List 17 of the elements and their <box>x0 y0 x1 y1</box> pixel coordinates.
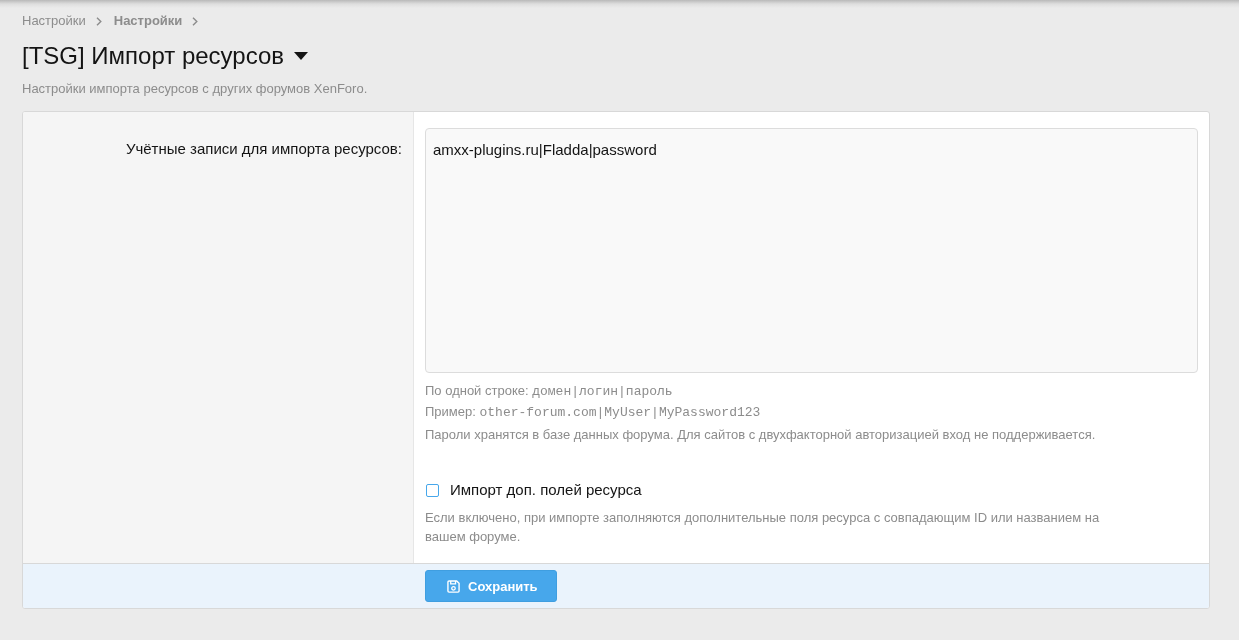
checkbox[interactable] <box>426 483 439 497</box>
chevron-right-icon <box>95 16 102 26</box>
save-icon <box>447 579 460 593</box>
page-description: Настройки импорта ресурсов с других форумов XenForo. <box>22 80 369 98</box>
breadcrumb-link[interactable]: Настройки <box>22 12 86 30</box>
accounts-textarea[interactable]: amxx-plugins.ru|Fladda|password <box>425 128 1198 373</box>
hint-text: Если включено, при импорте заполняются дополнительные поля ресурса с совпадающим ID или названием на вашем форуме. <box>425 509 1101 546</box>
hint-text: По одной строке: домен|логин|пароль <box>425 382 674 401</box>
hint-text: Пароли хранятся в базе данных форума. Для сайтов с двухфакторной авторизацией вход не поддерживается. <box>425 426 1097 444</box>
checkbox-label[interactable]: Импорт доп. полей ресурса <box>450 479 642 501</box>
caret-icon[interactable] <box>294 52 309 60</box>
save-button[interactable]: Сохранить <box>425 570 557 602</box>
hint-text: Пример: other-forum.com|MyUser|MyPassword123 <box>425 403 762 422</box>
page-title: [TSG] Импорт ресурсов <box>22 41 285 71</box>
chevron-right-icon <box>192 16 199 26</box>
field-label: Учётные записи для импорта ресурсов: <box>125 140 402 157</box>
breadcrumb-link[interactable]: Настройки <box>113 12 183 30</box>
